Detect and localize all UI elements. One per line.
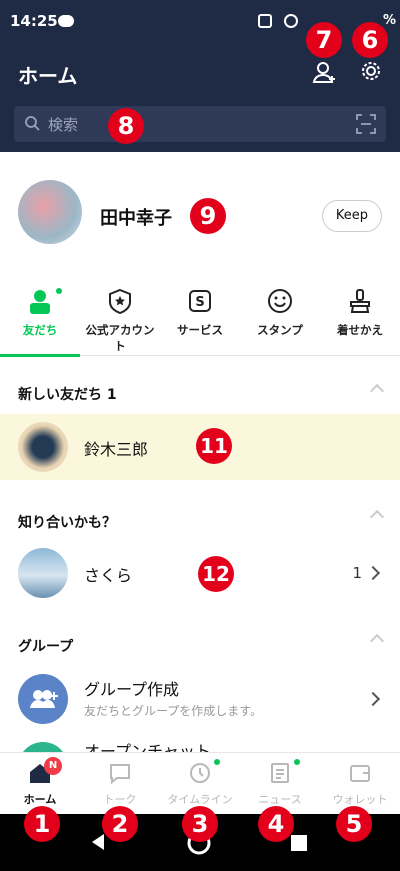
tab-official-accounts[interactable]: 公式アカウント [80,282,160,356]
count-label: 1 [352,564,362,582]
tab-themes-label: 着せかえ [337,323,383,337]
section-know-title: 知り合いかも？ [18,515,116,531]
person-icon [30,290,50,314]
status-time: 14:25 [10,12,58,30]
bottom-nav: N ホーム トーク タイムライン ニュース ウォレット [0,752,400,814]
section-new-friends-title: 新しい友だち 1 [18,387,117,403]
shield-star-icon [109,288,131,314]
tab-stickers-label: スタンプ [257,323,303,337]
nav-wallet[interactable]: ウォレット [320,753,400,815]
keep-button[interactable]: Keep [322,200,382,232]
new-dot [294,759,300,765]
nav-home-label: ホーム [23,793,57,806]
collapse-icon[interactable] [369,509,385,525]
app-header: ホーム 検索 [0,42,400,152]
friend-name: 鈴木三郎 [84,440,149,459]
nav-chats-label: トーク [103,793,137,806]
news-icon [271,763,289,783]
profile-name: 田中幸子 [100,208,172,229]
active-underline [0,354,80,357]
collapse-icon[interactable] [369,383,385,399]
tab-friends[interactable]: 友だち [0,282,80,357]
add-friend-icon[interactable] [312,60,338,86]
mute-icon [284,14,298,28]
list-item-partial[interactable]: オープンチャット [0,732,400,752]
avatar [18,180,82,244]
search-placeholder: 検索 [48,116,79,134]
annotation-badge: 1 [24,806,60,842]
service-s-icon: S [189,290,211,312]
back-icon[interactable] [90,832,106,852]
avatar [18,422,68,472]
annotation-badge: 12 [198,556,234,592]
create-group-title: グループ作成 [84,680,180,699]
tab-themes[interactable]: 着せかえ [320,282,400,356]
wallet-icon [350,765,370,782]
annotation-badge: 7 [306,22,342,58]
section-group-title: グループ [18,639,74,655]
battery-percent: % [382,13,396,28]
tab-services[interactable]: S サービス [160,282,240,356]
tab-stickers[interactable]: スタンプ [240,282,320,356]
annotation-badge: 11 [196,428,232,464]
gear-icon[interactable] [360,60,386,86]
tab-official-label: 公式アカウント [85,323,155,353]
nav-news-label: ニュース [258,793,302,806]
annotation-badge: 4 [258,806,294,842]
collapse-icon[interactable] [369,633,385,649]
annotation-badge: 5 [336,806,372,842]
svg-text:S: S [195,295,204,310]
qr-scan-icon[interactable] [356,114,376,134]
annotation-badge: 3 [182,806,218,842]
list-item-label: オープンチャット [84,742,211,752]
page-title: ホーム [18,64,78,88]
friend-name: さくら [84,566,133,585]
annotation-badge: 2 [102,806,138,842]
nfc-icon [258,14,272,28]
nav-wallet-label: ウォレット [332,793,388,806]
avatar [18,742,68,752]
recents-icon[interactable] [290,834,308,852]
new-badge: N [44,757,62,775]
category-bar: 友だち 公式アカウント S サービス スタンプ 着せかえ [0,282,400,357]
annotation-badge: 9 [190,198,226,234]
annotation-badge: 6 [352,22,388,58]
create-group-row[interactable]: グループ作成 友だちとグループを作成します。 [0,666,400,732]
tab-friends-label: 友だち [22,323,58,337]
new-dot [56,288,62,294]
tab-services-label: サービス [177,323,223,337]
clock-icon [190,763,210,783]
annotation-badge: 8 [108,108,144,144]
new-dot [214,759,220,765]
chevron-right-icon [365,565,381,581]
chat-icon [110,764,130,785]
smile-icon [268,289,292,313]
nav-timeline-label: タイムライン [167,793,233,806]
search-input[interactable]: 検索 [14,106,386,142]
avatar [18,548,68,598]
chat-notification-icon [58,15,74,27]
search-icon [25,116,40,131]
group-add-icon [18,674,68,724]
chevron-right-icon [365,691,381,707]
create-group-subtitle: 友だちとグループを作成します。 [84,704,263,718]
brush-icon [350,289,370,313]
